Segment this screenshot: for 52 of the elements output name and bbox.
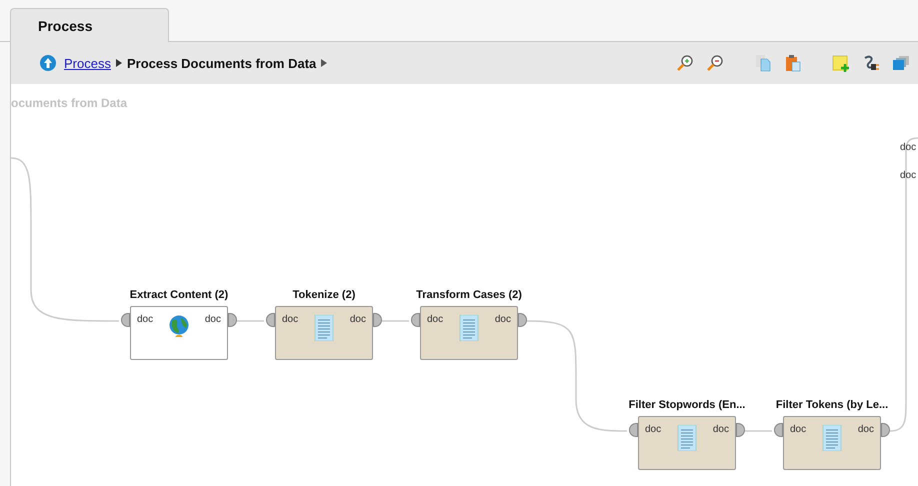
operator-box[interactable]: doc doc (130, 306, 228, 360)
operator-box[interactable]: doc doc (638, 416, 736, 470)
windows-icon[interactable] (892, 54, 910, 72)
operator-name: Filter Stopwords (En... (628, 398, 746, 413)
new-note-icon[interactable] (832, 54, 850, 72)
expand-arrow-icon[interactable] (321, 59, 328, 67)
output-port-icon[interactable] (518, 313, 527, 327)
output-port-icon[interactable] (228, 313, 237, 327)
document-icon (313, 315, 335, 341)
connection-line (745, 430, 772, 432)
operator-box[interactable]: doc doc (783, 416, 881, 470)
port-label: doc (645, 424, 662, 435)
plug-icon[interactable] (862, 54, 880, 72)
document-icon (676, 425, 698, 451)
breadcrumb-link[interactable]: Process (64, 56, 111, 70)
port-label: doc (427, 314, 444, 325)
operator-name: Extract Content (2) (130, 288, 228, 303)
document-icon (821, 425, 843, 451)
port-label: doc (900, 170, 916, 181)
input-port-icon[interactable] (121, 313, 130, 327)
port-label: doc (137, 314, 154, 325)
connection-line (237, 320, 264, 322)
process-tab[interactable]: Process (10, 8, 169, 42)
input-port-icon[interactable] (266, 313, 275, 327)
operator-box[interactable]: doc doc (275, 306, 373, 360)
port-label: doc (282, 314, 298, 325)
input-port-icon[interactable] (774, 423, 783, 437)
paste-icon[interactable] (784, 54, 802, 72)
output-port-icon[interactable] (736, 423, 745, 437)
operator-name: Tokenize (2) (292, 288, 356, 303)
output-port-icon[interactable] (881, 423, 890, 437)
port-label: doc (712, 424, 729, 435)
input-port-icon[interactable] (411, 313, 420, 327)
connection-line (382, 320, 409, 322)
port-label: doc (900, 142, 916, 153)
process-title: ocuments from Data (11, 96, 128, 110)
port-label: doc (204, 314, 221, 325)
copy-icon[interactable] (754, 54, 772, 72)
input-port-icon[interactable] (629, 423, 638, 437)
document-icon (458, 315, 480, 341)
port-label: doc (350, 314, 366, 325)
operator-name: Transform Cases (2) (416, 288, 522, 303)
operator-name: Filter Tokens (by Le... (776, 398, 888, 413)
operator-box[interactable]: doc doc (420, 306, 518, 360)
separator-arrow-icon (116, 59, 122, 67)
port-label: doc (790, 424, 806, 435)
port-label: doc (858, 424, 874, 435)
breadcrumb-current: Process Documents from Data (126, 56, 316, 70)
port-label: doc (494, 314, 511, 325)
zoom-out-icon[interactable] (706, 54, 724, 72)
zoom-in-icon[interactable] (676, 54, 694, 72)
output-port-icon[interactable] (373, 313, 382, 327)
